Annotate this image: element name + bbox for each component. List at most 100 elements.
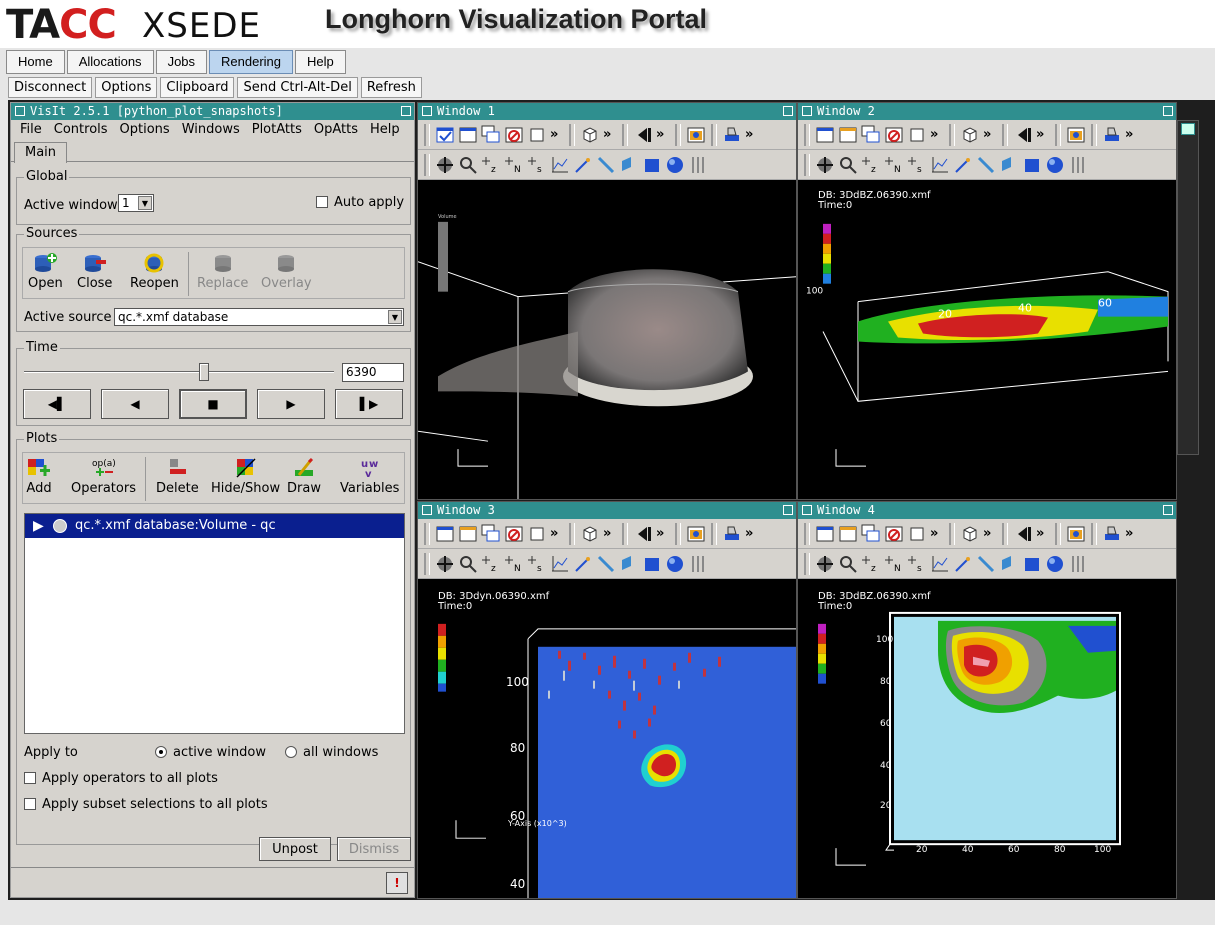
menu-help[interactable]: Help [364,120,406,140]
window-menu-icon[interactable] [422,505,432,515]
maximize-icon[interactable] [1163,505,1173,515]
draw-button[interactable]: Draw [287,457,321,496]
clear-window-icon[interactable] [527,125,547,145]
tab-main[interactable]: Main [14,142,68,163]
maximize-icon[interactable] [1163,106,1173,116]
sphere-tool-icon[interactable] [665,155,685,175]
dropdown-arrow-icon[interactable]: ▼ [388,310,402,324]
spreadsheet-pick-icon[interactable]: s [527,554,547,574]
spreadsheet-pick-icon[interactable]: s [907,155,927,175]
close-button[interactable]: Close [77,252,112,291]
perspective-icon[interactable] [580,524,600,544]
sphere-tool-icon[interactable] [1045,155,1065,175]
window-3-titlebar[interactable]: Window 3 [418,502,796,519]
overlay-button[interactable]: Overlay [261,252,312,291]
zoom-icon[interactable] [458,155,478,175]
more-tools-icon[interactable]: » [1036,127,1050,142]
new-window-icon[interactable] [838,125,858,145]
sphere-tool-icon[interactable] [1045,554,1065,574]
new-window-icon[interactable] [815,125,835,145]
clone-window-icon[interactable] [861,125,881,145]
more-tools-icon[interactable]: » [983,127,997,142]
delete-window-icon[interactable] [884,524,904,544]
navigate-icon[interactable] [435,155,455,175]
window-1-canvas[interactable]: Volume [418,182,796,499]
print-icon[interactable] [722,524,742,544]
line-tool-icon[interactable] [976,554,996,574]
plane-tool-icon[interactable] [999,554,1019,574]
more-tools-icon[interactable]: » [550,526,564,541]
maximize-icon[interactable] [401,106,411,116]
node-pick-icon[interactable]: N [504,554,524,574]
curve-pick-icon[interactable] [550,155,570,175]
spreadsheet-pick-icon[interactable]: s [527,155,547,175]
clear-window-icon[interactable] [907,125,927,145]
navigate-icon[interactable] [815,554,835,574]
axis-restrict-icon[interactable] [1068,155,1088,175]
tab-rendering[interactable]: Rendering [209,50,294,74]
plot-list-item[interactable]: ▶ qc.*.xmf database:Volume - qc [25,514,404,538]
viewer-window-3[interactable]: Window 3 » » » » z N s DB: 3Ddyn.06390.x… [417,501,797,899]
more-tools-icon[interactable]: » [983,526,997,541]
step-back-icon[interactable] [633,524,653,544]
active-window-select[interactable]: 1 ▼ [118,194,154,212]
stop-button[interactable]: ■ [179,389,247,419]
tab-help[interactable]: Help [295,50,346,74]
axis-restrict-icon[interactable] [688,155,708,175]
menu-opatts[interactable]: OpAtts [308,120,364,140]
zone-pick-icon[interactable]: z [861,554,881,574]
more-tools-icon[interactable]: » [1125,127,1139,142]
lineout-icon[interactable] [573,155,593,175]
delete-window-icon[interactable] [504,125,524,145]
apply-operators-checkbox[interactable]: Apply operators to all plots [24,771,218,786]
delete-plot-button[interactable]: Delete [156,457,199,496]
zone-pick-icon[interactable]: z [481,554,501,574]
box-tool-icon[interactable] [642,155,662,175]
play-reverse-button[interactable]: ◀ [101,389,169,419]
navigate-icon[interactable] [815,155,835,175]
print-icon[interactable] [1102,125,1122,145]
menu-file[interactable]: File [14,120,48,140]
open-button[interactable]: Open [28,252,63,291]
all-windows-radio[interactable]: all windows [285,745,378,760]
more-tools-icon[interactable]: » [930,127,944,142]
more-tools-icon[interactable]: » [550,127,564,142]
print-icon[interactable] [1102,524,1122,544]
line-tool-icon[interactable] [596,155,616,175]
zoom-icon[interactable] [838,554,858,574]
viewer-window-4[interactable]: Window 4 » » » » z N s DB: 3DdBZ.06390.x… [797,501,1177,899]
lineout-icon[interactable] [953,554,973,574]
menu-plotatts[interactable]: PlotAtts [246,120,308,140]
window-menu-icon[interactable] [15,106,25,116]
step-back-icon[interactable] [1013,125,1033,145]
perspective-icon[interactable] [960,125,980,145]
alert-icon[interactable]: ! [386,872,408,894]
replace-button[interactable]: Replace [197,252,248,291]
maximize-icon[interactable] [783,106,793,116]
save-image-icon[interactable] [686,524,706,544]
node-pick-icon[interactable]: N [884,155,904,175]
viewer-window-2[interactable]: Window 2 » » » » z N s DB: 3DdBZ.06390.x… [797,102,1177,500]
plot-list[interactable]: ▶ qc.*.xmf database:Volume - qc [24,513,405,734]
more-tools-icon[interactable]: » [1125,526,1139,541]
time-slider-handle[interactable] [198,363,209,381]
zoom-icon[interactable] [458,554,478,574]
tab-jobs[interactable]: Jobs [155,50,208,74]
plane-tool-icon[interactable] [999,155,1019,175]
lineout-icon[interactable] [573,554,593,574]
menu-options[interactable]: Options [114,120,176,140]
window-menu-icon[interactable] [422,106,432,116]
curve-pick-icon[interactable] [550,554,570,574]
add-plot-button[interactable]: Add [26,457,52,496]
save-image-icon[interactable] [686,125,706,145]
checked-window-icon[interactable] [435,125,455,145]
dismiss-button[interactable]: Dismiss [337,837,411,861]
more-tools-icon[interactable]: » [930,526,944,541]
new-window-icon[interactable] [458,524,478,544]
dropdown-arrow-icon[interactable]: ▼ [138,196,152,210]
zone-pick-icon[interactable]: z [861,155,881,175]
clone-window-icon[interactable] [481,524,501,544]
more-tools-icon[interactable]: » [745,127,759,142]
unpost-button[interactable]: Unpost [259,837,331,861]
axis-restrict-icon[interactable] [688,554,708,574]
